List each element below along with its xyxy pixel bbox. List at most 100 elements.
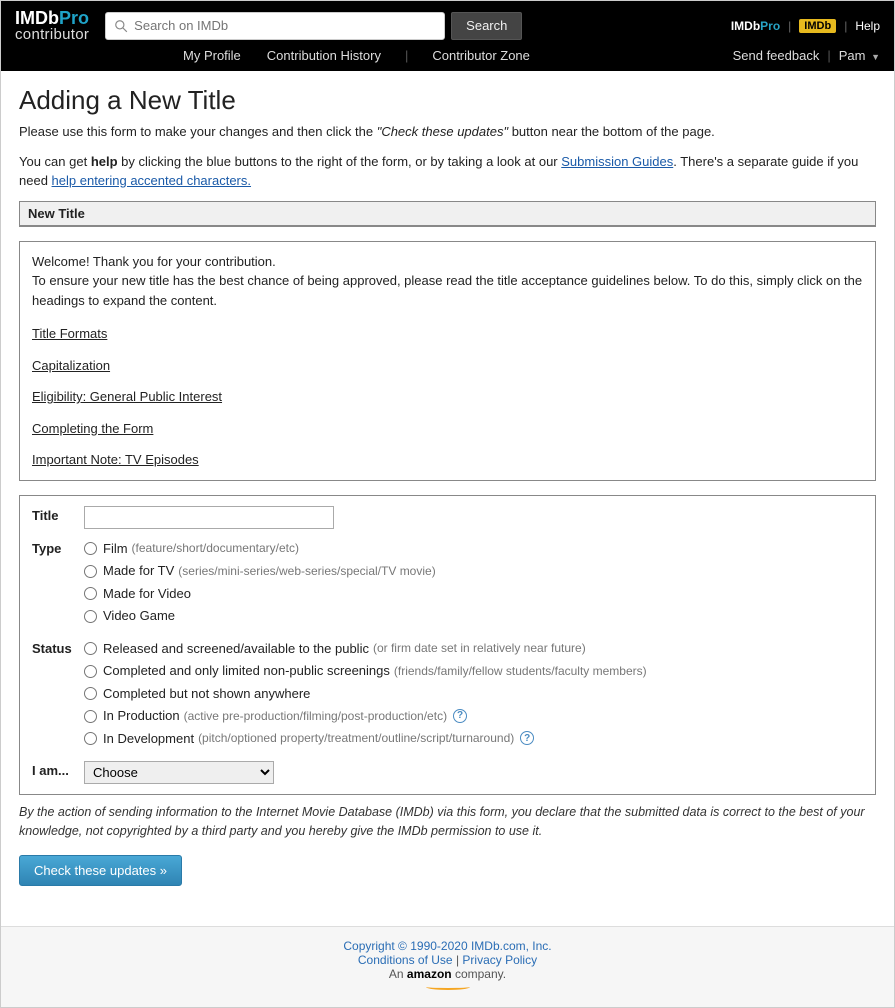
send-feedback-link[interactable]: Send feedback [733, 48, 820, 63]
status-option: Completed but not shown anywhere [84, 684, 863, 704]
nav-divider: | [405, 48, 408, 63]
form-panel: Title Type Film(feature/short/documentar… [19, 495, 876, 796]
iam-select[interactable]: Choose [84, 761, 274, 784]
search-icon [114, 19, 128, 33]
nav-contribution-history[interactable]: Contribution History [265, 48, 383, 63]
amazon-logo-text: amazon [407, 967, 452, 981]
row-status: Status Released and screened/available t… [32, 639, 863, 752]
logo-pro: Pro [59, 8, 89, 28]
row-title: Title [32, 506, 863, 529]
help-link[interactable]: Help [855, 19, 880, 33]
amazon-smile-icon [426, 984, 470, 990]
type-option-label: Film [103, 539, 128, 559]
type-radio[interactable] [84, 610, 97, 623]
help-icon[interactable]: ? [520, 731, 534, 745]
type-option: Made for Video [84, 584, 863, 604]
guideline-capitalization[interactable]: Capitalization [32, 358, 110, 373]
nav-my-profile[interactable]: My Profile [181, 48, 243, 63]
footer-privacy[interactable]: Privacy Policy [462, 953, 537, 967]
imdbpro-link[interactable]: IMDbPro [731, 19, 780, 33]
page-container: IMDbPro contributor Search IMDbPro | IMD… [0, 0, 895, 1008]
pro-badge-pro: Pro [760, 19, 780, 33]
row-type: Type Film(feature/short/documentary/etc)… [32, 539, 863, 629]
welcome-box: Welcome! Thank you for your contribution… [19, 241, 876, 481]
type-radio[interactable] [84, 587, 97, 600]
type-radio[interactable] [84, 565, 97, 578]
search-wrap: Search [105, 12, 721, 40]
footer-conditions[interactable]: Conditions of Use [358, 953, 453, 967]
status-option-paren: (or firm date set in relatively near fut… [373, 639, 586, 657]
status-option: Released and screened/available to the p… [84, 639, 863, 659]
status-option: Completed and only limited non-public sc… [84, 661, 863, 681]
status-option-label: Completed but not shown anywhere [103, 684, 310, 704]
imdb-link[interactable]: IMDb [799, 19, 836, 33]
type-option-paren: (series/mini-series/web-series/special/T… [178, 562, 435, 580]
help-icon[interactable]: ? [453, 709, 467, 723]
intro-text: Please use this form to make your change… [19, 124, 377, 139]
intro-text: by clicking the blue buttons to the righ… [118, 154, 562, 169]
nav-divider: | [827, 48, 830, 63]
status-option-label: Completed and only limited non-public sc… [103, 661, 390, 681]
logo[interactable]: IMDbPro contributor [15, 9, 89, 42]
chevron-down-icon: ▼ [871, 52, 880, 62]
pro-badge-imdb: IMDb [731, 19, 760, 33]
status-option: In Development(pitch/optioned property/t… [84, 729, 863, 749]
search-button[interactable]: Search [451, 12, 522, 40]
type-option-paren: (feature/short/documentary/etc) [132, 539, 299, 557]
type-radio[interactable] [84, 542, 97, 555]
type-option-label: Made for TV [103, 561, 174, 581]
separator: | [844, 19, 847, 33]
intro-text: You can get [19, 154, 91, 169]
status-radio[interactable] [84, 687, 97, 700]
guideline-completing-form[interactable]: Completing the Form [32, 421, 153, 436]
guideline-links: Title Formats Capitalization Eligibility… [32, 324, 863, 470]
intro-line-1: Please use this form to make your change… [19, 122, 876, 142]
search-box[interactable] [105, 12, 445, 40]
status-option-paren: (active pre-production/filming/post-prod… [184, 707, 447, 725]
status-option-label: In Development [103, 729, 194, 749]
footer-amazon: An amazon company. [13, 967, 882, 995]
status-option-paren: (pitch/optioned property/treatment/outli… [198, 729, 514, 747]
disclaimer: By the action of sending information to … [19, 803, 876, 841]
type-label: Type [32, 539, 84, 556]
user-menu[interactable]: Pam ▼ [839, 48, 880, 63]
type-option: Film(feature/short/documentary/etc) [84, 539, 863, 559]
footer-copyright[interactable]: Copyright © 1990-2020 IMDb.com, Inc. [343, 939, 551, 953]
type-option: Video Game [84, 606, 863, 626]
submission-guides-link[interactable]: Submission Guides [561, 154, 673, 169]
guideline-tv-episodes[interactable]: Important Note: TV Episodes [32, 452, 199, 467]
search-input[interactable] [134, 18, 436, 33]
logo-contributor: contributor [15, 27, 89, 42]
intro-text: button near the bottom of the page. [508, 124, 715, 139]
status-option-paren: (friends/family/fellow students/faculty … [394, 662, 647, 680]
new-title-header: New Title [20, 202, 875, 226]
status-radio[interactable] [84, 732, 97, 745]
welcome-line-1: Welcome! Thank you for your contribution… [32, 252, 863, 272]
guideline-eligibility[interactable]: Eligibility: General Public Interest [32, 389, 222, 404]
status-option-label: Released and screened/available to the p… [103, 639, 369, 659]
user-name: Pam [839, 48, 866, 63]
accented-chars-link[interactable]: help entering accented characters. [52, 173, 251, 188]
type-option: Made for TV(series/mini-series/web-serie… [84, 561, 863, 581]
content: Adding a New Title Please use this form … [1, 71, 894, 906]
guideline-title-formats[interactable]: Title Formats [32, 326, 107, 341]
row-iam: I am... Choose [32, 761, 863, 784]
iam-label: I am... [32, 761, 84, 778]
type-option-label: Made for Video [103, 584, 191, 604]
topbar: IMDbPro contributor Search IMDbPro | IMD… [1, 1, 894, 48]
separator: | [788, 19, 791, 33]
nav-contributor-zone[interactable]: Contributor Zone [430, 48, 532, 63]
page-title: Adding a New Title [19, 85, 876, 116]
status-radio[interactable] [84, 710, 97, 723]
status-radio[interactable] [84, 665, 97, 678]
check-updates-button[interactable]: Check these updates » [19, 855, 182, 886]
title-label: Title [32, 506, 84, 523]
intro-bold: help [91, 154, 118, 169]
status-option: In Production(active pre-production/film… [84, 706, 863, 726]
status-radio[interactable] [84, 642, 97, 655]
title-input[interactable] [84, 506, 334, 529]
footer-an: An [389, 967, 407, 981]
footer-company: company. [452, 967, 506, 981]
top-right-links: IMDbPro | IMDb | Help [731, 19, 880, 33]
intro-line-2: You can get help by clicking the blue bu… [19, 152, 876, 191]
